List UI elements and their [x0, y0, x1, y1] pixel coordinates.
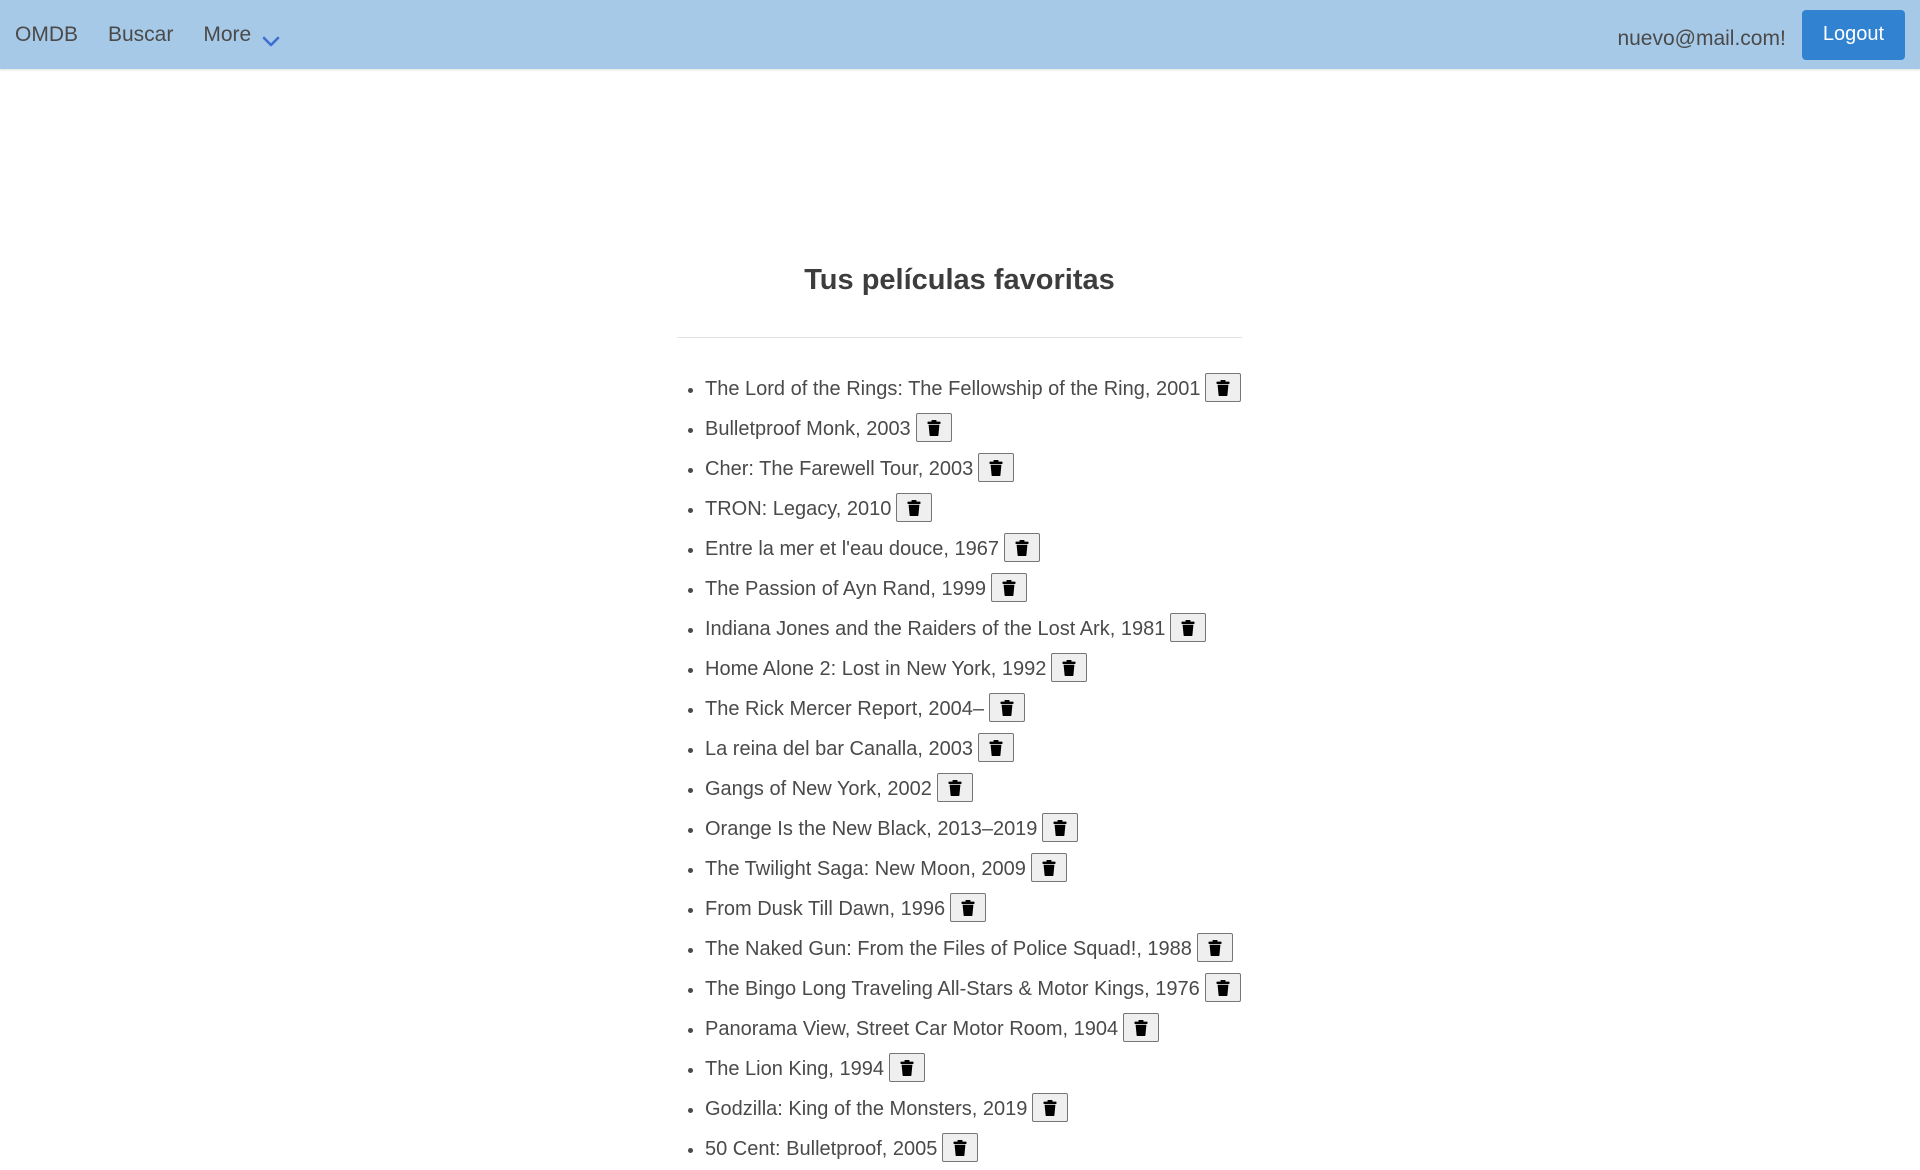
list-item: Entre la mer et l'eau douce, 1967	[705, 529, 1241, 569]
movie-title: From Dusk Till Dawn, 1996	[705, 898, 946, 920]
list-item: From Dusk Till Dawn, 1996	[705, 889, 1241, 929]
logout-button[interactable]: Logout	[1801, 9, 1905, 60]
trash-icon	[1062, 659, 1076, 676]
divider	[677, 337, 1242, 338]
movie-title: The Passion of Ayn Rand, 1999	[705, 578, 986, 600]
navbar: OMDB Buscar More nuevo@mail.com! Logout	[0, 0, 1920, 69]
delete-button[interactable]	[1032, 1093, 1069, 1123]
trash-icon	[953, 1139, 967, 1156]
trash-icon	[1042, 859, 1056, 876]
list-item: The Passion of Ayn Rand, 1999	[705, 569, 1241, 609]
list-item: The Lion King, 1994	[705, 1049, 1241, 1089]
nav-left: OMDB Buscar More	[0, 0, 296, 69]
favorites-list: The Lord of the Rings: The Fellowship of…	[705, 369, 1242, 1169]
trash-icon	[927, 419, 941, 436]
delete-button[interactable]	[915, 413, 952, 443]
delete-button[interactable]	[978, 453, 1015, 483]
trash-icon	[989, 739, 1003, 756]
delete-button[interactable]	[896, 493, 933, 523]
delete-button[interactable]	[1196, 933, 1233, 963]
trash-icon	[1181, 619, 1195, 636]
delete-button[interactable]	[1170, 613, 1207, 643]
movie-title: 50 Cent: Bulletproof, 2005	[705, 1138, 938, 1160]
delete-button[interactable]	[1004, 533, 1041, 563]
nav-search-link[interactable]: Buscar	[93, 0, 188, 69]
movie-title: The Twilight Saga: New Moon, 2009	[705, 858, 1026, 880]
chevron-down-icon	[261, 30, 281, 46]
list-item: The Naked Gun: From the Files of Police …	[705, 929, 1241, 969]
trash-icon	[900, 1059, 914, 1076]
list-item: Indiana Jones and the Raiders of the Los…	[705, 609, 1241, 649]
list-item: 50 Cent: Bulletproof, 2005	[705, 1129, 1241, 1169]
user-email: nuevo@mail.com!	[1617, 26, 1786, 50]
delete-button[interactable]	[1123, 1013, 1160, 1043]
trash-icon	[989, 459, 1003, 476]
list-item: Orange Is the New Black, 2013–2019	[705, 809, 1241, 849]
movie-title: Panorama View, Street Car Motor Room, 19…	[705, 1018, 1119, 1040]
list-item: The Twilight Saga: New Moon, 2009	[705, 849, 1241, 889]
delete-button[interactable]	[1051, 653, 1088, 683]
trash-icon	[1043, 1099, 1057, 1116]
delete-button[interactable]	[1030, 853, 1067, 883]
list-item: Cher: The Farewell Tour, 2003	[705, 449, 1241, 489]
movie-title: Gangs of New York, 2002	[705, 778, 932, 800]
more-label: More	[203, 22, 252, 46]
delete-button[interactable]	[936, 773, 973, 803]
delete-button[interactable]	[1204, 973, 1241, 1003]
delete-button[interactable]	[990, 573, 1027, 603]
delete-button[interactable]	[977, 733, 1014, 763]
trash-icon	[1216, 979, 1230, 996]
movie-title: The Rick Mercer Report, 2004–	[705, 698, 985, 720]
delete-button[interactable]	[989, 693, 1026, 723]
trash-icon	[1053, 819, 1067, 836]
delete-button[interactable]	[950, 893, 987, 923]
delete-button[interactable]	[942, 1133, 979, 1163]
delete-button[interactable]	[889, 1053, 926, 1083]
movie-title: The Lord of the Rings: The Fellowship of…	[705, 378, 1201, 400]
movie-title: The Lion King, 1994	[705, 1058, 885, 1080]
list-item: Gangs of New York, 2002	[705, 769, 1241, 809]
movie-title: Home Alone 2: Lost in New York, 1992	[705, 658, 1047, 680]
list-item: Bulletproof Monk, 2003	[705, 409, 1241, 449]
brand-link[interactable]: OMDB	[0, 0, 93, 69]
list-item: TRON: Legacy, 2010	[705, 489, 1241, 529]
list-item: Panorama View, Street Car Motor Room, 19…	[705, 1009, 1241, 1049]
list-item: Godzilla: King of the Monsters, 2019	[705, 1089, 1241, 1129]
trash-icon	[1015, 539, 1029, 556]
list-item: The Lord of the Rings: The Fellowship of…	[705, 369, 1242, 409]
movie-title: Orange Is the New Black, 2013–2019	[705, 818, 1038, 840]
trash-icon	[1134, 1019, 1148, 1036]
movie-title: Entre la mer et l'eau douce, 1967	[705, 538, 1000, 560]
list-item: The Rick Mercer Report, 2004–	[705, 689, 1241, 729]
trash-icon	[1208, 939, 1222, 956]
movie-title: The Bingo Long Traveling All-Stars & Mot…	[705, 978, 1200, 1000]
movie-title: Bulletproof Monk, 2003	[705, 418, 911, 440]
page-title: Tus películas favoritas	[804, 264, 1115, 296]
delete-button[interactable]	[1042, 813, 1079, 843]
more-dropdown[interactable]: More	[188, 0, 296, 69]
movie-title: La reina del bar Canalla, 2003	[705, 738, 973, 760]
trash-icon	[1002, 579, 1016, 596]
movie-title: The Naked Gun: From the Files of Police …	[705, 938, 1192, 960]
delete-button[interactable]	[1205, 373, 1242, 403]
list-item: The Bingo Long Traveling All-Stars & Mot…	[705, 969, 1241, 1009]
trash-icon	[1216, 379, 1230, 396]
trash-icon	[1000, 699, 1014, 716]
trash-icon	[948, 779, 962, 796]
movie-title: TRON: Legacy, 2010	[705, 498, 892, 520]
movie-title: Cher: The Farewell Tour, 2003	[705, 458, 974, 480]
list-item: Home Alone 2: Lost in New York, 1992	[705, 649, 1241, 689]
trash-icon	[907, 499, 921, 516]
nav-right: nuevo@mail.com! Logout	[1617, 0, 1920, 69]
list-item: La reina del bar Canalla, 2003	[705, 729, 1241, 769]
movie-title: Indiana Jones and the Raiders of the Los…	[705, 618, 1166, 640]
movie-title: Godzilla: King of the Monsters, 2019	[705, 1098, 1028, 1120]
trash-icon	[961, 899, 975, 916]
